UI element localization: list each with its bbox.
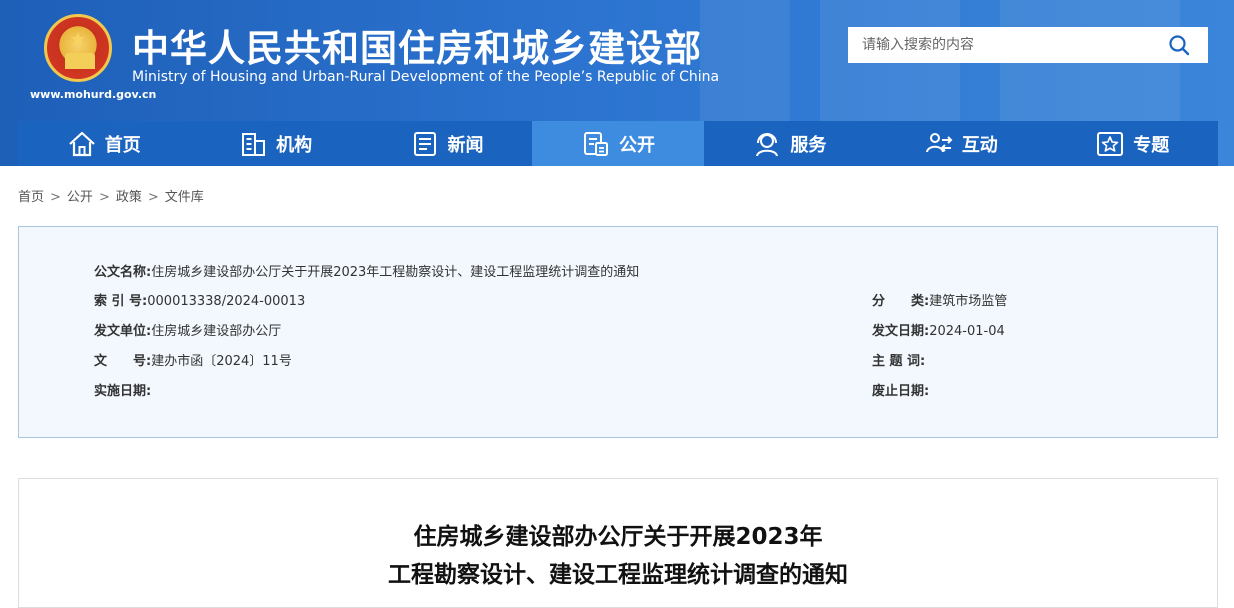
nav-label: 服务	[790, 134, 827, 156]
nav-item-home[interactable]: 首页	[18, 121, 189, 166]
nav-item-interact[interactable]: 互动	[875, 121, 1046, 166]
meta-label: 文 号:	[94, 354, 152, 369]
document-icon	[583, 131, 608, 156]
breadcrumb-link[interactable]: 文件库	[165, 190, 204, 205]
article-title-line1: 住房城乡建设部办公厅关于开展2023年	[413, 524, 823, 550]
meta-label: 主 题 词:	[872, 354, 926, 369]
nav-label: 机构	[276, 134, 313, 156]
breadcrumb-link[interactable]: 公开	[67, 190, 93, 205]
meta-row-docno: 文 号:建办市函〔2024〕11号	[94, 350, 292, 369]
site-title-en: Ministry of Housing and Urban-Rural Deve…	[132, 69, 720, 85]
service-icon	[756, 132, 779, 156]
meta-row-issuer: 发文单位:住房城乡建设部办公厅	[94, 320, 281, 339]
site-url: www.mohurd.gov.cn	[30, 88, 157, 101]
search-input[interactable]	[848, 27, 1162, 63]
breadcrumb-separator: >	[98, 190, 110, 205]
meta-value-index: 000013338/2024-00013	[147, 294, 306, 309]
nav-label: 新闻	[447, 134, 484, 156]
breadcrumb-link[interactable]: 政策	[116, 190, 142, 205]
meta-value-doc-name: 住房城乡建设部办公厅关于开展2023年工程勘察设计、建设工程监理统计调查的通知	[151, 265, 640, 280]
nav-label: 专题	[1133, 134, 1170, 156]
meta-label: 废止日期:	[872, 384, 930, 399]
meta-row-doc-name: 公文名称:住房城乡建设部办公厅关于开展2023年工程勘察设计、建设工程监理统计调…	[94, 261, 639, 280]
meta-value-issuer: 住房城乡建设部办公厅	[151, 324, 282, 339]
document-metadata-panel: 公文名称:住房城乡建设部办公厅关于开展2023年工程勘察设计、建设工程监理统计调…	[18, 226, 1218, 438]
meta-value-category: 建筑市场监管	[929, 294, 1008, 309]
meta-row-index: 索 引 号:000013338/2024-00013	[94, 290, 305, 309]
nav-label: 首页	[104, 134, 141, 156]
nav-item-service[interactable]: 服务	[704, 121, 875, 166]
search-box	[848, 27, 1208, 63]
nav-label: 公开	[618, 134, 655, 156]
national-emblem-icon: ★	[44, 14, 112, 82]
meta-label: 发文日期:	[872, 324, 930, 339]
breadcrumb-link[interactable]: 首页	[18, 190, 44, 205]
nav-item-news[interactable]: 新闻	[361, 121, 532, 166]
site-title-cn[interactable]: 中华人民共和国住房和城乡建设部	[132, 18, 702, 72]
search-icon[interactable]	[1168, 34, 1190, 56]
nav-item-organization[interactable]: 机构	[189, 121, 360, 166]
breadcrumb: 首页 > 公开 > 政策 > 文件库	[18, 186, 204, 205]
article-panel: 住房城乡建设部办公厅关于开展2023年 工程勘察设计、建设工程监理统计调查的通知	[18, 478, 1218, 608]
news-icon	[413, 131, 436, 156]
meta-row-date: 发文日期:2024-01-04	[872, 320, 1005, 339]
meta-label: 公文名称:	[94, 265, 152, 280]
meta-label: 分 类:	[872, 294, 930, 309]
star-topic-icon	[1097, 131, 1124, 156]
building-icon	[242, 132, 266, 156]
meta-row-category: 分 类:建筑市场监管	[872, 290, 1007, 309]
breadcrumb-separator: >	[50, 190, 61, 205]
breadcrumb-separator: >	[147, 190, 159, 205]
home-icon	[68, 131, 95, 156]
meta-row-keywords: 主 题 词:	[872, 350, 925, 369]
article-title-line2: 工程勘察设计、建设工程监理统计调查的通知	[388, 562, 848, 588]
nav-label: 互动	[961, 134, 998, 156]
header-background-building	[700, 0, 790, 121]
nav-item-topics[interactable]: 专题	[1047, 121, 1218, 166]
meta-label: 发文单位:	[94, 324, 152, 339]
meta-value-docno: 建办市函〔2024〕11号	[151, 354, 292, 369]
meta-value-date: 2024-01-04	[929, 324, 1005, 339]
meta-row-effective: 实施日期:	[94, 380, 151, 399]
meta-row-expire: 废止日期:	[872, 380, 929, 399]
meta-label: 索 引 号:	[94, 294, 148, 309]
nav-item-public[interactable]: 公开	[532, 121, 704, 166]
meta-label: 实施日期:	[94, 384, 152, 399]
interact-icon	[925, 132, 953, 152]
site-header: ★ www.mohurd.gov.cn 中华人民共和国住房和城乡建设部 Mini…	[0, 0, 1234, 166]
main-nav: 首页 机构 新闻 公开 服务 互动 专题	[18, 121, 1218, 166]
